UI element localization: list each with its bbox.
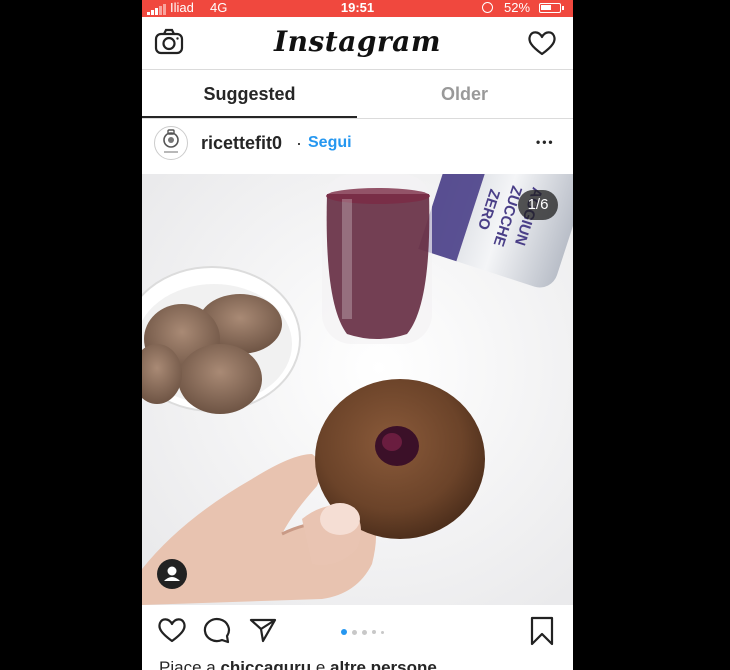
carousel-dot — [352, 629, 357, 635]
instagram-logo: Instagram — [274, 25, 441, 58]
likes-prefix: Piace a — [159, 658, 221, 670]
share-icon[interactable] — [248, 616, 278, 649]
follow-button[interactable]: Segui — [308, 134, 352, 152]
more-options-icon[interactable]: ••• — [536, 135, 555, 149]
post-actions: Piace a chiccaguru e altre persone — [142, 606, 573, 670]
heart-icon[interactable] — [527, 29, 557, 62]
separator: · — [296, 133, 302, 153]
comment-icon[interactable] — [202, 616, 232, 649]
status-bar: Iliad 4G 19:51 52% — [142, 0, 573, 17]
post-photo-illustration: ZERO ZUCCHE AGGIUN — [142, 174, 573, 605]
battery-icon — [539, 3, 564, 13]
carousel-dot — [381, 630, 384, 634]
likes-line: Piace a chiccaguru e altre persone — [159, 658, 437, 670]
post-header: ricettefit0 · Segui ••• — [142, 119, 573, 173]
user-tag-icon[interactable] — [157, 559, 187, 589]
tab-suggested[interactable]: Suggested — [142, 70, 357, 118]
carousel-dot-active — [341, 629, 347, 635]
phone-screen: Iliad 4G 19:51 52% Instagram Suggested O… — [142, 0, 573, 670]
post-username[interactable]: ricettefit0 — [201, 133, 282, 154]
carousel-dots — [341, 629, 384, 635]
carousel-dot — [362, 629, 367, 635]
battery-percent: 52% — [504, 0, 531, 15]
feed-tabs: Suggested Older — [142, 70, 573, 119]
like-heart-icon[interactable] — [157, 616, 187, 649]
likes-middle: e — [311, 658, 331, 670]
likes-others[interactable]: altre persone — [330, 658, 437, 670]
tab-older[interactable]: Older — [357, 70, 572, 118]
carousel-counter: 1/6 — [518, 190, 558, 220]
app-header: Instagram — [142, 17, 573, 70]
post-image[interactable]: ZERO ZUCCHE AGGIUN — [142, 174, 573, 605]
carousel-dot — [372, 630, 376, 634]
likes-user[interactable]: chiccaguru — [220, 658, 311, 670]
bookmark-icon[interactable] — [528, 616, 556, 651]
avatar[interactable] — [154, 126, 188, 160]
rotation-lock-icon — [482, 2, 493, 13]
